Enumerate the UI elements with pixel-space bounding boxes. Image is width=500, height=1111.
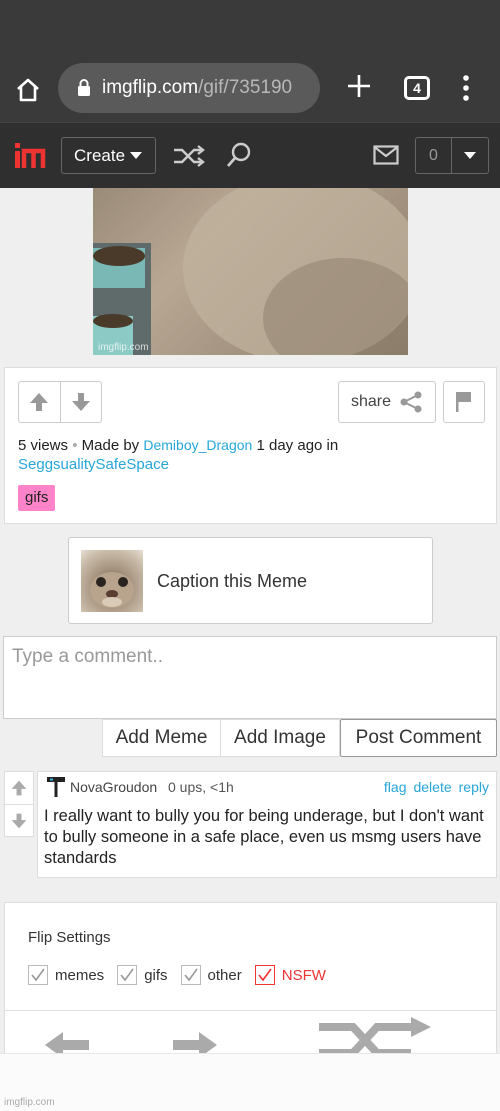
new-tab-icon[interactable] — [346, 73, 372, 99]
share-label: share — [351, 393, 392, 410]
lock-icon — [78, 79, 90, 96]
post-comment-button[interactable]: Post Comment — [340, 719, 497, 757]
create-label: Create — [74, 145, 126, 165]
checkbox-other[interactable] — [180, 965, 201, 985]
post-info-card: share 5 views • Made by Demiboy_Dragon 1… — [4, 367, 497, 524]
post-meta: 5 views • Made by Demiboy_Dragon 1 day a… — [18, 436, 488, 474]
comment-action-links: flag delete reply — [384, 779, 489, 795]
option-label-nsfw: NSFW — [281, 966, 326, 984]
caption-label: Caption this Meme — [157, 571, 308, 591]
view-count: 5 views — [18, 437, 69, 454]
downvote-button[interactable] — [59, 382, 101, 422]
checkmark-icon — [120, 968, 134, 982]
create-button[interactable]: Create — [61, 137, 156, 174]
tab-switcher-button[interactable]: 4 — [404, 76, 430, 100]
shuffle-icon[interactable] — [315, 1017, 433, 1057]
address-bar[interactable]: imgflip.com/gif/735190 — [58, 63, 320, 113]
arrow-down-icon — [71, 393, 90, 411]
vote-group — [18, 381, 102, 423]
user-avatar-icon[interactable] — [46, 776, 66, 798]
option-label-other: other — [207, 966, 242, 984]
comment-actions: Add Meme Add Image Post Comment — [102, 719, 497, 757]
stream-link[interactable]: SeggsualitySafeSpace — [18, 456, 169, 473]
bottom-brand: imgflip.com — [4, 1097, 55, 1108]
option-label-gifs: gifs — [144, 966, 168, 984]
mail-icon[interactable] — [373, 145, 399, 165]
arrow-down-icon — [11, 813, 27, 828]
checkmark-icon — [31, 968, 45, 982]
comment-flag-link[interactable]: flag — [384, 779, 407, 795]
checkbox-memes[interactable] — [28, 965, 48, 985]
tab-count: 4 — [413, 80, 421, 96]
url-domain: imgflip.com — [102, 77, 199, 98]
option-other[interactable]: other — [180, 965, 242, 985]
tag-gifs[interactable]: gifs — [18, 485, 56, 511]
status-bar — [0, 0, 500, 56]
comment-delete-link[interactable]: delete — [413, 779, 451, 795]
share-button[interactable]: share — [338, 381, 436, 423]
flag-icon — [456, 392, 471, 412]
chevron-down-icon — [130, 152, 143, 159]
comment-item: NovaGroudon 0 ups, <1h flag delete reply… — [37, 771, 497, 878]
flag-button[interactable] — [443, 381, 485, 423]
flip-settings-title: Flip Settings — [28, 929, 111, 946]
checkmark-icon — [258, 968, 272, 982]
made-by-label: Made by — [81, 437, 140, 454]
search-icon[interactable] — [226, 141, 252, 169]
add-meme-button[interactable]: Add Meme — [102, 719, 221, 757]
comment-downvote-button[interactable] — [5, 804, 33, 836]
comment-score: 0 ups, <1h — [168, 779, 234, 795]
checkbox-gifs[interactable] — [117, 965, 138, 985]
comment-input[interactable]: Type a comment.. — [3, 636, 497, 719]
bottom-ad-bar: imgflip.com — [0, 1053, 500, 1111]
notifications-button[interactable]: 0 — [415, 137, 489, 174]
add-image-button[interactable]: Add Image — [221, 719, 340, 757]
share-icon — [400, 391, 422, 413]
comment-upvote-button[interactable] — [5, 772, 33, 804]
meme-gif-image[interactable]: imgflip.com — [93, 188, 408, 355]
home-icon[interactable] — [14, 76, 42, 104]
upvote-button[interactable] — [19, 382, 60, 422]
flip-settings-options: memes gifs other NSFW — [28, 965, 339, 985]
site-header: Create 0 — [0, 122, 500, 188]
cat-face-illustration — [90, 572, 134, 608]
comment-reply-link[interactable]: reply — [459, 779, 489, 795]
divider — [5, 1010, 496, 1011]
gif-watermark: imgflip.com — [98, 342, 149, 353]
comment-text: I really want to bully you for being und… — [44, 807, 484, 867]
gif-illustration — [93, 188, 408, 355]
checkmark-icon — [183, 968, 198, 982]
option-nsfw[interactable]: NSFW — [254, 965, 326, 985]
shuffle-icon[interactable] — [172, 143, 206, 169]
imgflip-logo-icon[interactable] — [13, 141, 47, 171]
caption-this-meme-card[interactable]: Caption this Meme — [68, 537, 433, 624]
meta-separator: • — [72, 437, 78, 454]
post-time: 1 day ago in — [256, 437, 339, 454]
overflow-menu-icon[interactable] — [454, 74, 478, 102]
comment-vote-group — [4, 771, 34, 837]
arrow-up-icon — [30, 393, 49, 411]
browser-toolbar: imgflip.com/gif/735190 4 — [0, 56, 500, 122]
creator-link[interactable]: Demiboy_Dragon — [143, 437, 252, 453]
meme-thumbnail — [81, 550, 143, 612]
notification-count: 0 — [416, 138, 452, 173]
arrow-up-icon — [11, 780, 27, 796]
option-label-memes: memes — [55, 966, 105, 984]
checkbox-nsfw[interactable] — [254, 965, 275, 985]
comment-username[interactable]: NovaGroudon — [70, 779, 157, 795]
url-path: /gif/735190 — [198, 77, 293, 98]
option-memes[interactable]: memes — [28, 965, 104, 985]
chevron-down-icon — [452, 138, 488, 173]
option-gifs[interactable]: gifs — [117, 965, 168, 985]
